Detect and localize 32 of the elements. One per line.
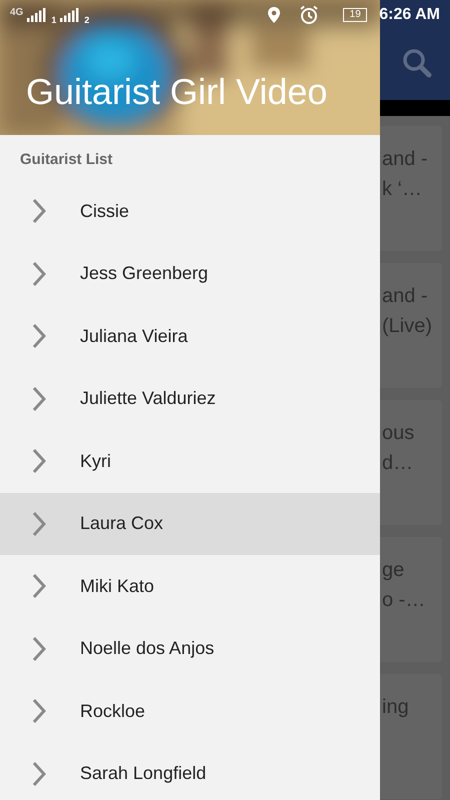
chevron-icon — [32, 198, 46, 224]
signal-icon — [27, 8, 48, 22]
chevron-icon — [32, 386, 46, 412]
item-label: Cissie — [80, 200, 130, 223]
item-label: Juliette Valduriez — [80, 387, 216, 410]
chevron-icon — [32, 323, 46, 350]
search-icon[interactable] — [402, 48, 432, 78]
drawer-item[interactable]: Laura Cox — [0, 492, 380, 555]
item-label: Miki Kato — [80, 574, 154, 598]
alarm-icon — [299, 5, 320, 25]
chevron-icon — [32, 760, 46, 787]
network-label: 4G — [10, 6, 24, 20]
item-label: Noelle dos Anjos — [80, 637, 214, 660]
sim-label: 1 — [51, 14, 56, 26]
chevron-icon — [32, 448, 46, 474]
item-label: Laura Cox — [80, 512, 164, 536]
item-label: Jess Greenberg — [80, 262, 208, 286]
battery-indicator: 19 — [343, 8, 368, 22]
signal-icon — [60, 8, 80, 22]
chevron-icon — [32, 510, 46, 537]
item-label: Juliana Vieira — [80, 324, 188, 348]
item-label: Kyri — [80, 450, 111, 473]
drawer-title: Guitarist Girl Video — [26, 74, 328, 110]
section-header: Guitarist List — [20, 151, 113, 169]
chevron-icon — [32, 573, 46, 600]
chevron-icon — [32, 636, 46, 662]
item-label: Sarah Longfield — [80, 762, 206, 786]
location-icon — [267, 6, 282, 24]
chevron-icon — [32, 260, 46, 287]
sim-label: 2 — [84, 14, 90, 26]
item-label: Rockloe — [80, 700, 146, 723]
chevron-icon — [32, 698, 46, 724]
